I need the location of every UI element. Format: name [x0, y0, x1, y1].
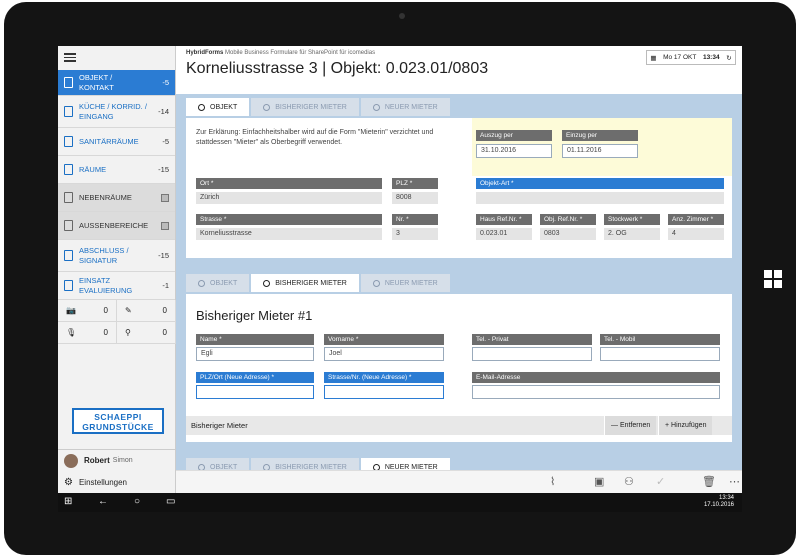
plz-ort-field[interactable] — [196, 385, 314, 399]
save-icon[interactable]: ▣ — [594, 475, 604, 488]
attachment-icon[interactable]: ⌇ — [550, 475, 555, 488]
sidebar-item-objekt[interactable]: OBJEKT / KONTAKT -5 — [58, 70, 175, 96]
check-icon[interactable]: ✓ — [656, 475, 665, 488]
delete-icon[interactable]: 🗑 — [702, 475, 716, 488]
document-icon — [64, 77, 73, 88]
objekt-art-field[interactable] — [476, 192, 724, 204]
document-icon — [64, 164, 73, 175]
attachment-counters: 📷 0 ✎ 0 🎙 0 ⚲ 0 — [58, 300, 176, 344]
microphone-counter[interactable]: 🎙 0 — [58, 322, 117, 344]
hamburger-menu-icon[interactable] — [58, 46, 175, 70]
company-logo: SCHAEPPI GRUNDSTÜCKE — [72, 408, 164, 434]
task-view-icon[interactable]: ▭ — [166, 496, 175, 507]
stockwerk-field[interactable]: 2. OG — [604, 228, 660, 240]
pen-counter[interactable]: ✎ 0 — [117, 300, 176, 322]
checkbox-icon[interactable] — [161, 221, 169, 230]
sidebar-item-aussenbereiche[interactable]: AUSSENBEREICHE — [58, 212, 175, 240]
name-field[interactable]: Egli — [196, 347, 314, 361]
sidebar-item-raeume[interactable]: RÄUME -15 — [58, 156, 175, 184]
sidebar: OBJEKT / KONTAKT -5 KÜCHE / KORRID. / EIN… — [58, 46, 176, 493]
document-icon — [64, 280, 73, 291]
email-field[interactable] — [472, 385, 720, 399]
minus-icon: — — [611, 422, 620, 429]
tab-bisheriger-mieter[interactable]: BISHERIGER MIETER — [251, 98, 359, 116]
home-icon[interactable]: ○ — [134, 496, 140, 507]
share-users-icon[interactable]: ⚇ — [624, 475, 634, 488]
checkbox-icon[interactable] — [161, 193, 169, 202]
microphone-icon: 🎙 — [66, 328, 77, 337]
auszug-date-field[interactable]: 31.10.2016 — [476, 144, 552, 158]
plz-field[interactable]: 8008 — [392, 192, 438, 204]
nr-field[interactable]: 3 — [392, 228, 438, 240]
sidebar-item-nebenraeume[interactable]: NEBENRÄUME — [58, 184, 175, 212]
back-icon[interactable]: ← — [98, 496, 108, 507]
objekt-panel: Zur Erklärung: Einfachheitshalber wird a… — [186, 118, 732, 258]
entfernen-button[interactable]: — Entfernen — [604, 416, 657, 435]
sidebar-item-abschluss[interactable]: ABSCHLUSS / SIGNATUR -15 — [58, 240, 175, 272]
more-icon[interactable]: ⋯ — [729, 475, 740, 488]
gear-icon: ⚙ — [64, 476, 73, 488]
vorname-field[interactable]: Joel — [324, 347, 444, 361]
tab-neuer-mieter[interactable]: NEUER MIETER — [360, 274, 450, 292]
obj-ref-field[interactable]: 0803 — [540, 228, 596, 240]
tab-neuer-mieter[interactable]: NEUER MIETER — [360, 98, 450, 116]
camera-icon: 📷 — [66, 306, 76, 315]
avatar — [64, 453, 78, 468]
document-icon — [64, 106, 73, 117]
date-status: ▦ Mo 17 OKT 13:34 ↻ — [646, 50, 736, 65]
strasse-neu-field[interactable] — [324, 385, 444, 399]
zimmer-field[interactable]: 4 — [668, 228, 724, 240]
command-bar: ⌇ ▣ ⚇ ✓ 🗑 ⋯ — [176, 470, 742, 493]
hinzufuegen-button[interactable]: + Hinzufügen — [658, 416, 713, 435]
location-counter[interactable]: ⚲ 0 — [117, 322, 176, 344]
tel-privat-field[interactable] — [472, 347, 592, 361]
tel-mobil-field[interactable] — [600, 347, 720, 361]
tab-bisheriger-mieter[interactable]: BISHERIGER MIETER — [251, 274, 359, 292]
calendar-icon: ▦ — [650, 54, 657, 62]
camera-counter[interactable]: 📷 0 — [58, 300, 117, 322]
tab-objekt[interactable]: OBJEKT — [186, 274, 250, 292]
windows-logo-icon[interactable] — [764, 270, 782, 288]
document-icon — [64, 192, 73, 203]
main-content: HybridForms Mobile Business Formulare fü… — [176, 46, 742, 476]
page-header: HybridForms Mobile Business Formulare fü… — [176, 46, 742, 94]
document-icon — [64, 136, 73, 147]
ort-field[interactable]: Zürich — [196, 192, 382, 204]
strasse-field[interactable]: Korneliusstrasse — [196, 228, 382, 240]
start-icon[interactable]: ⊞ — [64, 496, 72, 507]
location-pin-icon: ⚲ — [125, 328, 131, 337]
camera — [399, 13, 405, 19]
settings-link[interactable]: ⚙ Einstellungen — [58, 471, 176, 493]
einzug-date-field[interactable]: 01.11.2016 — [562, 144, 638, 158]
user-profile[interactable]: Robert Simon — [58, 449, 176, 471]
tabs-section-1: OBJEKT BISHERIGER MIETER NEUER MIETER — [186, 98, 450, 116]
document-icon — [64, 220, 73, 231]
screen: OBJEKT / KONTAKT -5 KÜCHE / KORRID. / EIN… — [58, 46, 742, 512]
system-clock[interactable]: 13:34 17.10.2016 — [704, 495, 734, 509]
pen-icon: ✎ — [125, 306, 132, 315]
sync-icon[interactable]: ↻ — [726, 54, 731, 62]
windows-taskbar: ⊞ ← ○ ▭ 13:34 17.10.2016 — [58, 493, 742, 512]
sidebar-item-sanitaer[interactable]: SANITÄRRÄUME -5 — [58, 128, 175, 156]
tab-objekt[interactable]: OBJEKT — [186, 98, 250, 116]
section-heading: Bisheriger Mieter #1 — [196, 308, 313, 323]
tabs-section-2: OBJEKT BISHERIGER MIETER NEUER MIETER — [186, 274, 450, 292]
document-icon — [64, 250, 73, 261]
haus-ref-field[interactable]: 0.023.01 — [476, 228, 532, 240]
sidebar-item-kueche[interactable]: KÜCHE / KORRID. / EINGANG -14 — [58, 96, 175, 128]
sidebar-item-evaluierung[interactable]: EINSATZ EVALUIERUNG -1 — [58, 272, 175, 300]
